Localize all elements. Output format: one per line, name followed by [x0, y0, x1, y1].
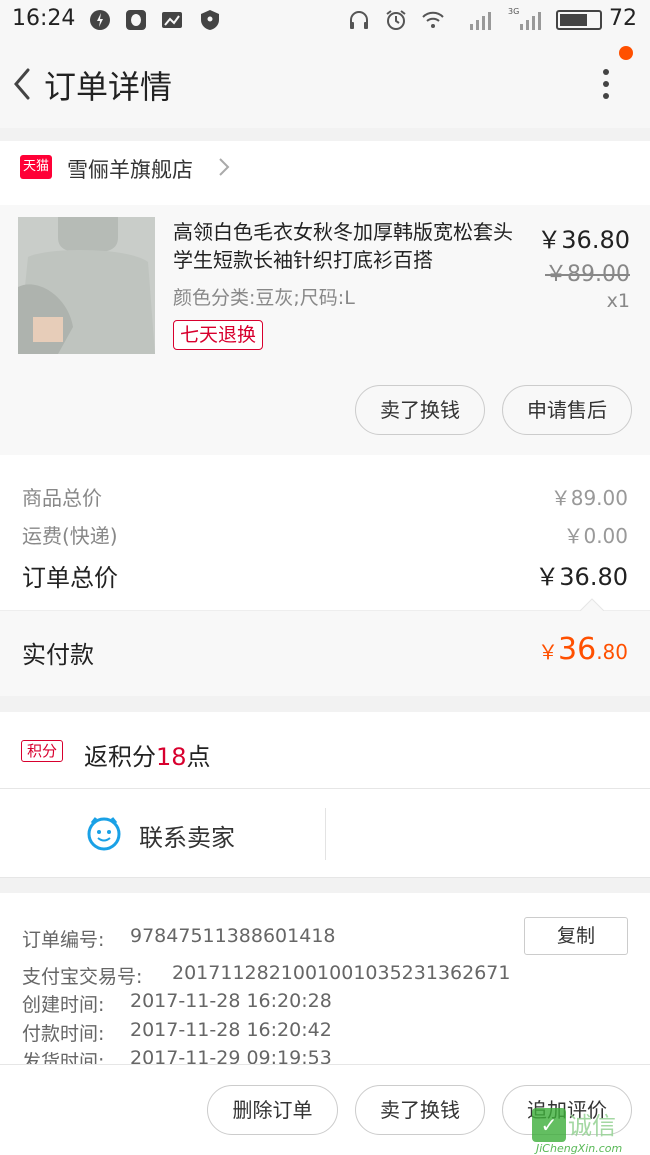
- after-sale-button[interactable]: 申请售后: [502, 385, 632, 435]
- wifi-icon: [422, 11, 444, 28]
- goods-total-value: ￥89.00: [550, 486, 628, 510]
- notification-dot: [619, 46, 633, 60]
- points-text: 返积分18点: [84, 737, 211, 772]
- created-time-label: 创建时间:: [22, 994, 105, 1016]
- battery-icon: [556, 10, 602, 30]
- qq-icon: [126, 10, 146, 30]
- signal-icon: [470, 12, 491, 30]
- order-number-label: 订单编号:: [22, 929, 105, 951]
- product-price: ￥36.80: [537, 226, 630, 254]
- headphones-icon: [350, 11, 368, 29]
- watermark-subtext: JiChengXin.com: [536, 1142, 623, 1155]
- shipping-label: 运费(快递): [22, 524, 118, 548]
- return-policy-tag: 七天退换: [173, 320, 264, 350]
- signal-3g-icon: [520, 12, 541, 30]
- created-time: 2017-11-28 16:20:28: [130, 990, 332, 1012]
- product-photo-shape: [18, 217, 155, 354]
- alipay-trade-number: 2017112821001001035231362671: [172, 962, 511, 984]
- status-time: 16:24: [12, 6, 76, 31]
- paid-decimal: .80: [596, 640, 628, 664]
- tmall-icon: 天猫: [20, 155, 52, 179]
- product-quantity: x1: [606, 290, 630, 312]
- alipay-trade-label: 支付宝交易号:: [22, 966, 143, 988]
- watermark-logo-icon: ✓: [532, 1108, 566, 1142]
- contact-seller-icon[interactable]: [86, 815, 122, 851]
- paid-integer: 36: [558, 632, 597, 667]
- points-suffix: 点: [186, 743, 211, 771]
- contact-seller-button[interactable]: 联系卖家: [139, 818, 235, 853]
- app-notification-icon: [90, 10, 110, 30]
- points-badge: 积分: [21, 740, 63, 762]
- shipping-value: ￥0.00: [563, 524, 628, 548]
- chevron-right-icon[interactable]: [215, 154, 233, 180]
- paid-time: 2017-11-28 16:20:42: [130, 1019, 332, 1041]
- back-arrow-icon[interactable]: [8, 62, 38, 106]
- product-sku: 颜色分类:豆灰;尺码:L: [173, 287, 355, 309]
- delete-order-button[interactable]: 删除订单: [207, 1085, 338, 1135]
- shield-icon: [201, 10, 219, 30]
- original-price: ￥89.00: [545, 262, 630, 287]
- alarm-icon: [386, 10, 406, 30]
- points-value: 18: [156, 743, 187, 771]
- battery-fill: [560, 14, 587, 26]
- vertical-divider: [325, 808, 326, 860]
- product-title[interactable]: 高领白色毛衣女秋冬加厚韩版宽松套头学生短款长袖针织打底衫百搭: [173, 218, 528, 274]
- shop-name[interactable]: 雪俪羊旗舰店: [67, 154, 193, 184]
- paid-label: 实付款: [22, 641, 94, 669]
- paid-currency: ￥: [538, 640, 558, 664]
- order-total-label: 订单总价: [22, 564, 118, 592]
- watermark-text: 诚信: [568, 1112, 616, 1140]
- copy-button[interactable]: 复制: [524, 917, 628, 955]
- order-total-value: ￥36.80: [535, 563, 628, 591]
- battery-percent: 72: [609, 6, 637, 31]
- divider: [0, 877, 650, 878]
- more-options-icon[interactable]: [590, 64, 622, 108]
- app-header: 订单详情: [0, 40, 650, 128]
- resell-button[interactable]: 卖了换钱: [355, 385, 485, 435]
- order-number[interactable]: 97847511388601418: [130, 925, 336, 947]
- paid-amount: ￥36.80: [538, 632, 628, 667]
- product-image[interactable]: [18, 217, 155, 354]
- message-icon: [162, 12, 182, 28]
- points-prefix: 返积分: [84, 743, 156, 771]
- page-title: 订单详情: [44, 68, 173, 106]
- caret-up-icon: [580, 598, 604, 611]
- resell-bottom-button[interactable]: 卖了换钱: [355, 1085, 485, 1135]
- goods-total-label: 商品总价: [22, 486, 102, 510]
- paid-time-label: 付款时间:: [22, 1023, 105, 1045]
